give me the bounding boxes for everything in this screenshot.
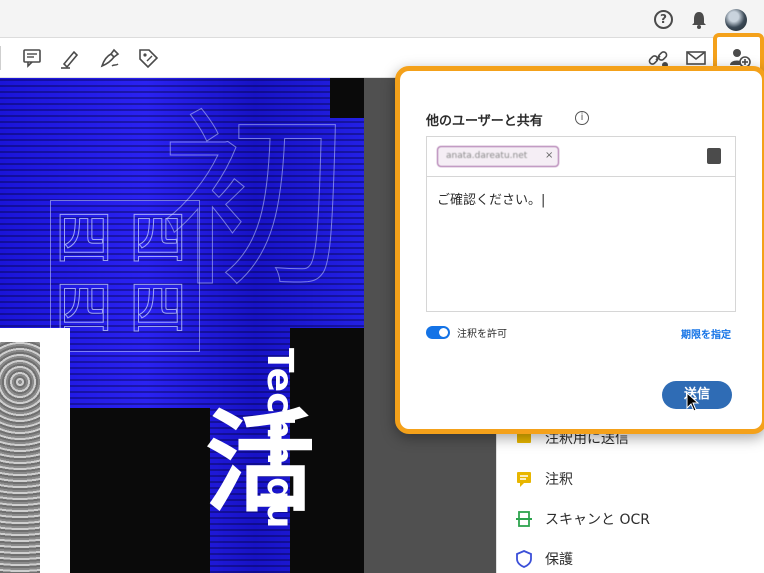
allow-comments-toggle[interactable] (426, 326, 450, 339)
highlight-pen-icon[interactable] (58, 46, 82, 70)
message-input[interactable]: ご確認ください。| (426, 176, 736, 312)
tool-scan-ocr[interactable]: スキャンと OCR (515, 504, 650, 534)
outline-kanji: 四 (128, 274, 188, 342)
stamp-tag-icon[interactable] (136, 46, 160, 70)
set-expiry-link[interactable]: 期限を指定 (681, 326, 731, 341)
comment-icon[interactable] (20, 46, 44, 70)
protect-shield-icon (516, 550, 532, 568)
help-icon[interactable]: ? (654, 10, 673, 29)
document-page[interactable]: 初 四 四 四 四 Techniqu 活 (0, 78, 364, 573)
share-dialog: 他のユーザーと共有 i anata.dareatu.net × ご確認ください。… (395, 66, 764, 434)
app-header: ? (0, 0, 764, 38)
allow-comments-label: 注釈を許可 (457, 329, 507, 340)
tool-label: 注釈 (545, 472, 573, 488)
bell-icon[interactable] (690, 10, 708, 29)
recipient-field[interactable]: anata.dareatu.net × (426, 136, 736, 176)
mouse-cursor-icon (686, 392, 700, 412)
tool-label: スキャンと OCR (545, 512, 650, 528)
avatar[interactable] (725, 9, 747, 31)
app-window: ? 初 四 四 四 四 Techniqu 活 注釈用に送信 注釈 スキャンと O… (0, 0, 764, 573)
dialog-title: 他のユーザーと共有 (426, 114, 543, 129)
tool-label: 保護 (545, 552, 573, 568)
tool-protect[interactable]: 保護 (515, 544, 573, 573)
page-photo (0, 328, 70, 573)
recipient-chip[interactable]: anata.dareatu.net (437, 146, 559, 167)
info-icon[interactable]: i (575, 111, 589, 125)
address-book-icon[interactable] (707, 148, 721, 164)
outline-kanji: 四 (54, 204, 114, 272)
sign-pen-icon[interactable] (98, 46, 122, 70)
outline-kanji: 四 (128, 204, 188, 272)
white-kanji-heading: 活 (205, 398, 315, 527)
toggle-knob (439, 328, 448, 337)
share-dialog-body: 他のユーザーと共有 i anata.dareatu.net × ご確認ください。… (409, 78, 755, 426)
scan-ocr-icon (516, 511, 532, 527)
toolbar-divider (0, 46, 1, 70)
photo-texture (0, 342, 40, 573)
tool-comment[interactable]: 注釈 (515, 464, 573, 494)
comment-icon (517, 472, 531, 487)
outline-kanji-grid: 四 四 四 四 (50, 200, 200, 352)
remove-recipient-icon[interactable]: × (545, 150, 553, 161)
